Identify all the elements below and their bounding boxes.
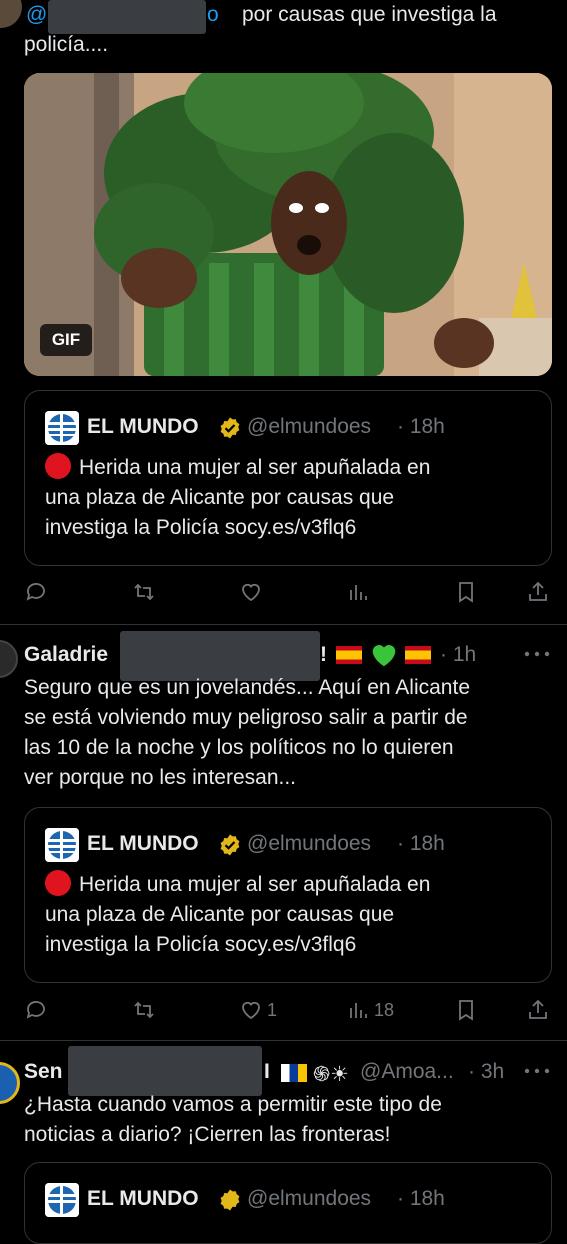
gif-media[interactable]: GIF [24, 73, 552, 376]
quoted-timestamp[interactable]: · 18h [397, 1187, 445, 1211]
bookmark-icon [459, 582, 473, 603]
more-options-icon[interactable] [524, 1068, 550, 1074]
gif-badge: GIF [40, 324, 92, 356]
quoted-author-name[interactable]: EL MUNDO [87, 1187, 199, 1211]
tweet-text-line: ver porque no les interesan... [24, 766, 296, 789]
tweet-text-line: ¿Hasta cuando vamos a permitir este tipo… [24, 1093, 442, 1116]
views-button[interactable] [346, 578, 370, 606]
bookmark-button[interactable] [454, 996, 478, 1024]
views-count: 18 [374, 999, 395, 1020]
author-name-tail[interactable]: ! [320, 643, 327, 667]
quoted-author-name[interactable]: EL MUNDO [87, 832, 199, 856]
tweet-text-line: noticias a diario? ¡Cierren las frontera… [24, 1123, 391, 1146]
reply-button[interactable] [24, 996, 48, 1024]
retweet-button[interactable] [132, 578, 156, 606]
tweet-text-line: las 10 de la noche y los políticos no lo… [24, 736, 454, 759]
redacted-username [68, 1046, 262, 1096]
more-options-icon[interactable] [524, 651, 550, 657]
quoted-text: Herida una mujer al ser apuñalada en una… [45, 453, 525, 543]
verified-badge-icon [220, 834, 240, 856]
tweet-text-line: Seguro que es un jovelandés... Aquí en A… [24, 676, 470, 699]
author-handle[interactable]: @Amoa... [360, 1060, 454, 1084]
verified-badge-icon [220, 1189, 240, 1211]
gif-image [24, 73, 552, 376]
share-icon [529, 581, 547, 601]
mention-link[interactable]: @ [26, 0, 47, 30]
views-icon [350, 1003, 367, 1018]
share-button[interactable] [526, 578, 550, 606]
avatar[interactable] [0, 1062, 20, 1104]
redacted-username [48, 0, 206, 34]
heart-icon [242, 583, 260, 602]
spain-flag-icon [405, 646, 431, 664]
avatar[interactable] [0, 640, 18, 678]
author-name[interactable]: Galadrie [24, 643, 108, 667]
tweet-text-line: por causas que investiga la [242, 3, 497, 26]
mention-link-tail[interactable]: o [207, 0, 219, 30]
tweet-divider [0, 624, 567, 625]
share-button[interactable] [526, 996, 550, 1024]
bookmark-icon [459, 1000, 473, 1021]
spain-flag-icon [336, 646, 362, 664]
quoted-author-handle[interactable]: @elmundoes [247, 1187, 371, 1211]
heart-icon [242, 1001, 260, 1020]
author-name-tail[interactable]: I [264, 1060, 270, 1084]
retweet-button[interactable] [132, 996, 156, 1024]
tweet-text-line: se está volviendo muy peligroso salir a … [24, 706, 468, 729]
red-circle-icon [45, 870, 71, 896]
quoted-tweet[interactable]: EL MUNDO @elmundoes · 18h [24, 1162, 552, 1244]
views-button[interactable]: 18 [346, 996, 394, 1024]
tweet-text-line: policía.... [24, 33, 109, 56]
reply-button[interactable] [24, 578, 48, 606]
like-button[interactable]: 1 [239, 996, 277, 1024]
quoted-text: Herida una mujer al ser apuñalada en una… [45, 870, 525, 960]
retweet-icon [134, 1001, 154, 1019]
quoted-tweet[interactable]: EL MUNDO @elmundoes · 18h Herida una muj… [24, 390, 552, 566]
quoted-timestamp[interactable]: · 18h [397, 832, 445, 856]
bookmark-button[interactable] [454, 578, 478, 606]
reply-icon [26, 583, 45, 601]
timestamp[interactable]: · 1h [440, 643, 476, 667]
retweet-icon [134, 583, 154, 601]
quoted-author-handle[interactable]: @elmundoes [247, 415, 371, 439]
like-count: 1 [267, 999, 278, 1020]
share-icon [529, 999, 547, 1019]
avatar[interactable] [0, 0, 22, 28]
verified-badge-icon [220, 417, 240, 439]
el-mundo-logo-icon [45, 1183, 79, 1217]
author-symbols: ֍☀ [313, 1063, 349, 1086]
red-circle-icon [45, 453, 71, 479]
tweet-divider [0, 1040, 567, 1041]
el-mundo-logo-icon [45, 828, 79, 862]
like-button[interactable] [239, 578, 263, 606]
timestamp[interactable]: · 3h [468, 1060, 504, 1084]
quoted-tweet[interactable]: EL MUNDO @elmundoes · 18h Herida una muj… [24, 807, 552, 983]
views-icon [350, 585, 367, 600]
el-mundo-logo-icon [45, 411, 79, 445]
flag-icon [281, 1064, 307, 1082]
quoted-author-name[interactable]: EL MUNDO [87, 415, 199, 439]
author-name[interactable]: Sen [24, 1060, 63, 1084]
reply-icon [26, 1001, 45, 1019]
quoted-timestamp[interactable]: · 18h [397, 415, 445, 439]
green-heart-icon [369, 640, 399, 670]
quoted-author-handle[interactable]: @elmundoes [247, 832, 371, 856]
